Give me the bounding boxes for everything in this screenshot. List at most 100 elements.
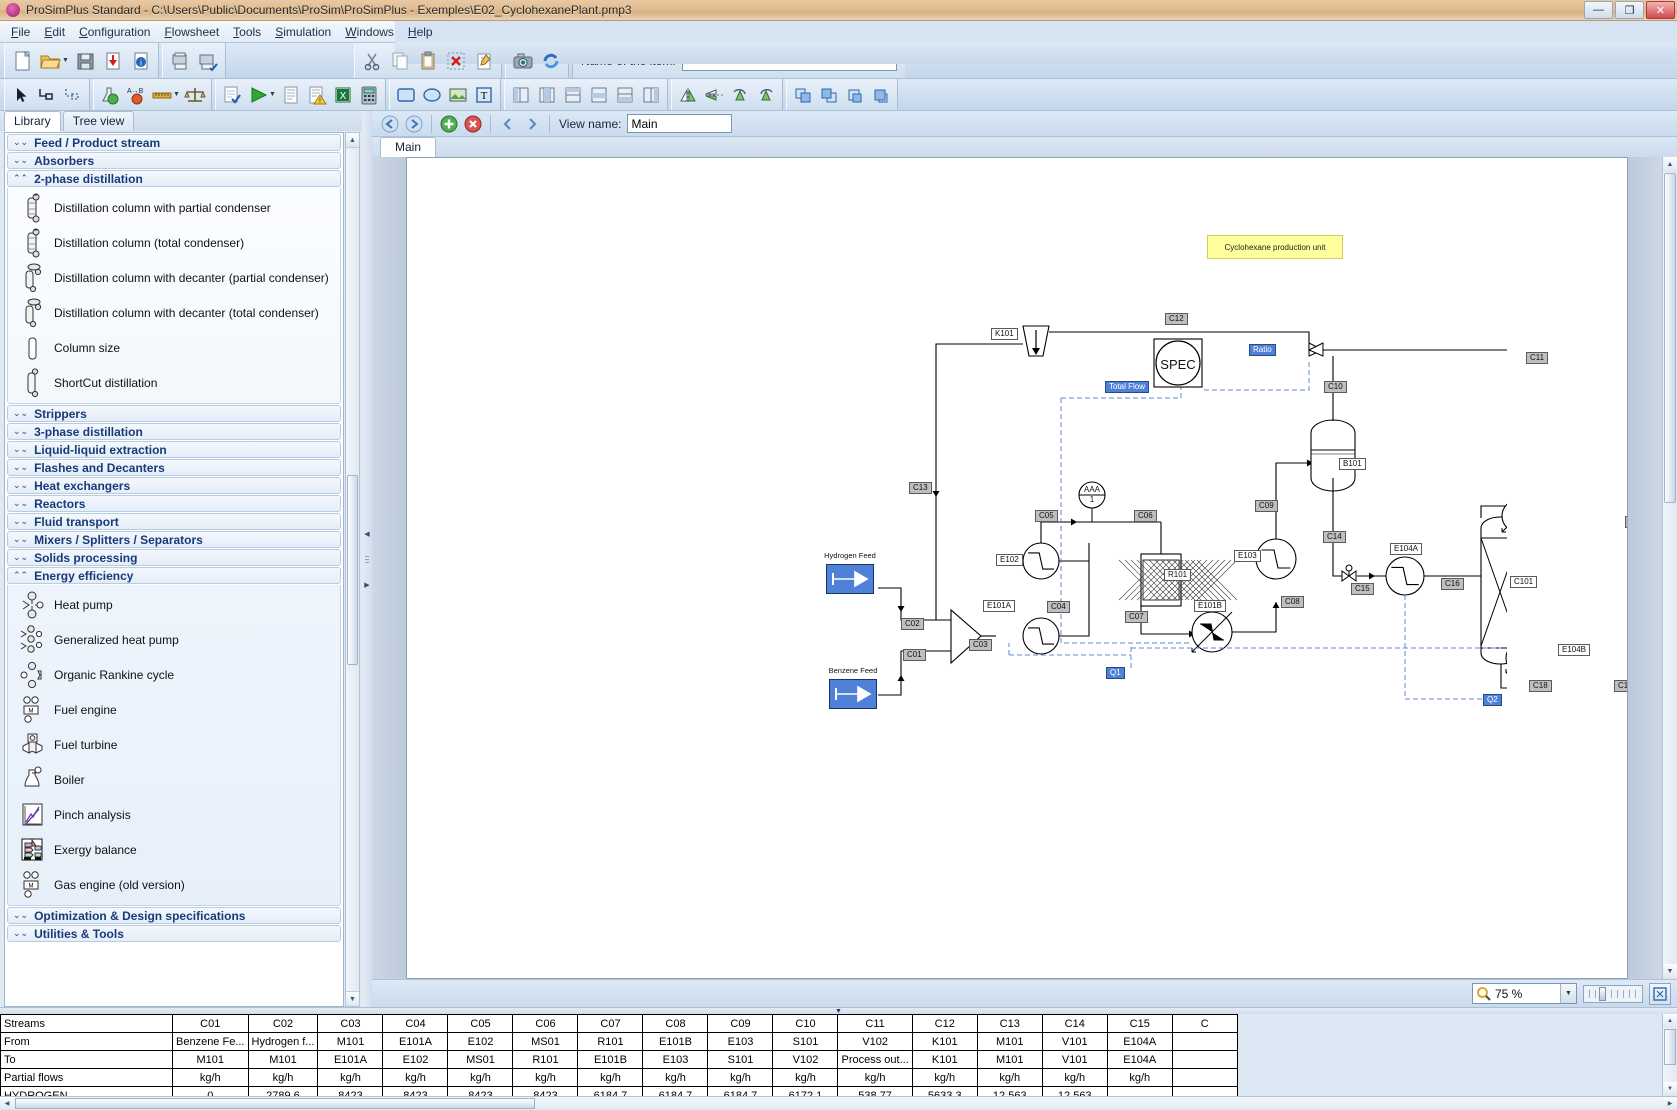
library-item[interactable]: Organic Rankine cycle	[8, 657, 340, 692]
table-row[interactable]: From Benzene Fe... Hydrogen f... M101 E101A E…	[0, 1032, 1238, 1051]
balance-scales-icon[interactable]	[183, 83, 207, 107]
stream-tag[interactable]: C13	[909, 482, 932, 494]
table-cell[interactable]: 8423	[317, 1086, 384, 1096]
info-stream-tag[interactable]: Q2	[1483, 694, 1502, 706]
table-column-header[interactable]: C	[1171, 1014, 1238, 1033]
send-backward-icon[interactable]	[869, 83, 893, 107]
scroll-track-top[interactable]	[346, 148, 359, 474]
library-item[interactable]: Heat pump	[8, 587, 340, 622]
library-group-header[interactable]: ⌄⌄ Absorbers	[7, 152, 341, 169]
table-cell[interactable]: M101	[172, 1050, 249, 1069]
library-group-header[interactable]: ⌄⌄ Reactors	[7, 495, 341, 512]
equipment-tag[interactable]: E101A	[983, 600, 1016, 612]
library-group-header[interactable]: ⌄⌄ Feed / Product stream	[7, 134, 341, 151]
minimize-button[interactable]: —	[1584, 1, 1613, 19]
equipment-tag[interactable]: E101B	[1194, 600, 1227, 612]
library-scroll-area[interactable]: ⌄⌄ Feed / Product stream ⌄⌄ Absorbers ⌃⌃ 2…	[4, 132, 344, 1007]
previous-view-icon[interactable]	[497, 113, 519, 135]
table-scroll-track[interactable]	[1663, 1066, 1677, 1082]
library-item[interactable]: Distillation column with decanter (total…	[8, 295, 340, 330]
stream-table[interactable]: Streams C01 C02 C03 C04 C05 C06 C07 C08 C09 C10 C11…	[0, 1014, 1238, 1096]
forward-arrow-icon[interactable]	[403, 113, 425, 135]
library-item[interactable]: Boiler	[8, 762, 340, 797]
table-cell[interactable]: 538.77	[837, 1086, 913, 1096]
table-cell[interactable]: M101	[317, 1032, 384, 1051]
rectangle-shape-icon[interactable]	[394, 83, 418, 107]
print-icon[interactable]	[167, 48, 193, 74]
table-hscroll-thumb[interactable]	[15, 1098, 535, 1109]
back-arrow-icon[interactable]	[379, 113, 401, 135]
send-to-back-icon[interactable]	[817, 83, 841, 107]
stream-tag[interactable]: C11	[1526, 352, 1549, 364]
library-group-header[interactable]: ⌃⌃ Energy efficiency	[7, 567, 341, 584]
stream-tag[interactable]: C14	[1323, 531, 1346, 543]
table-cell[interactable]: 12 563	[1041, 1086, 1108, 1096]
next-view-icon[interactable]	[521, 113, 543, 135]
table-column-header[interactable]: C03	[317, 1014, 384, 1033]
table-column-header[interactable]: C01	[172, 1014, 249, 1033]
run-green-play-icon[interactable]	[246, 83, 270, 107]
equipment-tag[interactable]: E104A	[1390, 543, 1423, 555]
table-cell[interactable]: 2789.6	[247, 1086, 319, 1096]
stream-table-scroll[interactable]: Streams C01 C02 C03 C04 C05 C06 C07 C08 C09 C10 C11…	[0, 1014, 1662, 1096]
table-cell[interactable]: kg/h	[1041, 1068, 1108, 1087]
align-left-icon[interactable]	[509, 83, 533, 107]
stream-tag[interactable]: C19	[1614, 680, 1627, 692]
table-cell[interactable]: kg/h	[772, 1068, 839, 1087]
maximize-button[interactable]: ❐	[1615, 1, 1644, 19]
bring-to-front-icon[interactable]	[791, 83, 815, 107]
table-cell[interactable]: M101	[976, 1032, 1043, 1051]
menu-tools[interactable]: Tools	[226, 23, 268, 41]
table-cell[interactable]: kg/h	[247, 1068, 319, 1087]
equipment-tag[interactable]: E102	[996, 554, 1023, 566]
library-group-header[interactable]: ⌄⌄ Liquid-liquid extraction	[7, 441, 341, 458]
table-cell[interactable]	[1171, 1086, 1238, 1096]
ellipse-shape-icon[interactable]	[420, 83, 444, 107]
library-group-header[interactable]: ⌄⌄ 3-phase distillation	[7, 423, 341, 440]
delete-red-x-icon[interactable]	[443, 48, 469, 74]
table-scroll-up-arrow-icon[interactable]: ▲	[1663, 1014, 1677, 1028]
table-cell[interactable]: kg/h	[577, 1068, 644, 1087]
library-item[interactable]: M Fuel engine	[8, 692, 340, 727]
table-cell[interactable]: S101	[772, 1032, 839, 1051]
menu-simulation[interactable]: Simulation	[268, 23, 338, 41]
table-cell[interactable]	[1171, 1068, 1238, 1087]
table-cell[interactable]: 6172.1	[772, 1086, 839, 1096]
library-group-header[interactable]: ⌄⌄ Utilities & Tools	[7, 925, 341, 942]
stream-tag[interactable]: C12	[1165, 313, 1188, 325]
table-corner-header[interactable]: Streams	[0, 1014, 173, 1033]
new-file-icon[interactable]	[9, 48, 35, 74]
table-cell[interactable]: Benzene Fe...	[172, 1032, 249, 1051]
stream-tag[interactable]: C06	[1134, 510, 1157, 522]
sheet-tab-main[interactable]: Main	[380, 137, 437, 157]
library-group-header[interactable]: ⌄⌄ Fluid transport	[7, 513, 341, 530]
file-info-icon[interactable]: i	[128, 48, 154, 74]
zoom-level-select[interactable]: 75 % ▼	[1472, 983, 1577, 1004]
run-dropdown-arrow-icon[interactable]: ▼	[269, 91, 276, 98]
close-button[interactable]: ✕	[1646, 1, 1675, 19]
table-column-header[interactable]: C05	[447, 1014, 514, 1033]
library-item[interactable]: Distillation column with partial condens…	[8, 190, 340, 225]
units-dropdown-arrow-icon[interactable]: ▼	[173, 91, 180, 98]
stream-tag[interactable]: C02	[901, 618, 924, 630]
stream-table-horizontal-scrollbar[interactable]: ◀ ▶	[0, 1096, 1677, 1110]
equipment-tag[interactable]: C101	[1510, 576, 1538, 588]
table-cell[interactable]: E104A	[1106, 1032, 1173, 1051]
zoom-slider-knob[interactable]	[1599, 986, 1606, 1001]
info-stream-tag[interactable]: Total Flow	[1105, 381, 1150, 393]
table-cell[interactable]: R101	[577, 1032, 644, 1051]
table-cell[interactable]	[1106, 1086, 1173, 1096]
table-cell[interactable]: V101	[1041, 1032, 1108, 1051]
canvas-vertical-scrollbar[interactable]: ▲ ▼	[1662, 157, 1677, 979]
stream-tag[interactable]: C10	[1324, 381, 1347, 393]
splitter-collapse-arrow-icon[interactable]: ◀	[363, 514, 371, 554]
table-cell[interactable]: E103	[642, 1050, 709, 1069]
feed-block[interactable]	[829, 679, 877, 709]
info-stream-tag[interactable]: Q1	[1106, 667, 1125, 679]
table-cell[interactable]: 12 563	[976, 1086, 1043, 1096]
print-preview-icon[interactable]	[195, 48, 221, 74]
table-cell[interactable]: kg/h	[837, 1068, 913, 1087]
canvas-scroll-down-arrow-icon[interactable]: ▼	[1663, 964, 1677, 979]
copy-icon[interactable]	[387, 48, 413, 74]
add-view-icon[interactable]	[438, 113, 460, 135]
